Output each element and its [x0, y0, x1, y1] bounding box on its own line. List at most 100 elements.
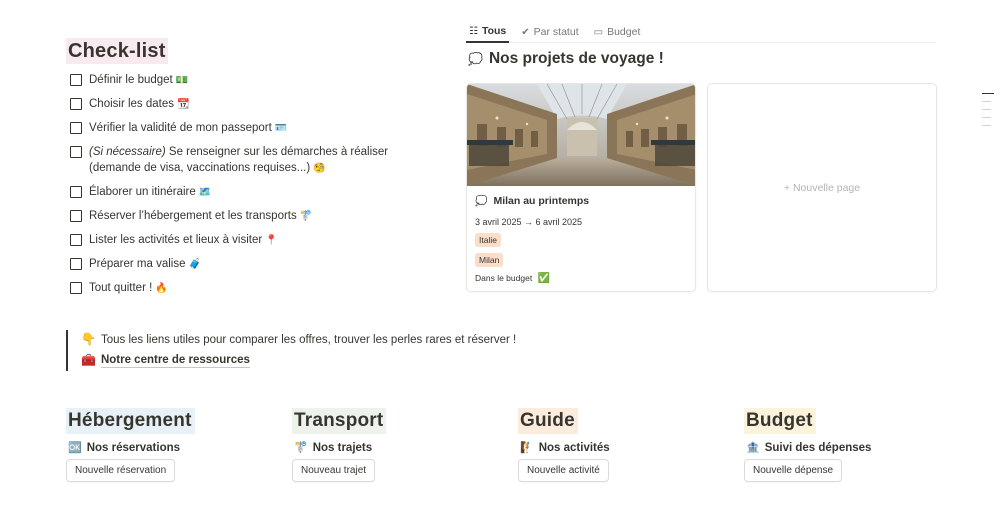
- list-icon: ☷: [469, 25, 478, 37]
- status-icon: ✔: [521, 26, 530, 38]
- checklist-title: Check-list: [66, 38, 168, 64]
- galleria-cover-illustration: [467, 84, 695, 186]
- bus-stop-emoji-icon: 🚏: [299, 211, 313, 222]
- checklist-item-text: (Si nécessaire) Se renseigner sur les dé…: [89, 146, 389, 174]
- tab-label: Budget: [607, 26, 641, 38]
- new-activity-button[interactable]: Nouvelle activité: [518, 459, 609, 482]
- checklist-item[interactable]: Préparer ma valise 🧳: [66, 256, 426, 273]
- checklist-item[interactable]: Vérifier la validité de mon passeport 🪪: [66, 120, 426, 137]
- checkbox[interactable]: [70, 74, 82, 86]
- column-transport: Transport 🚏 Nos trajets Nouveau trajet: [292, 408, 492, 482]
- checklist-item-text: Définir le budget 💵: [89, 74, 189, 86]
- fire-emoji-icon: 🔥: [155, 283, 168, 294]
- link-label: Nos réservations: [86, 441, 181, 454]
- column-title: Budget: [744, 408, 816, 434]
- card-cover-image: [467, 84, 695, 186]
- pointing-down-icon: 👇: [81, 332, 96, 346]
- checkbox[interactable]: [70, 146, 82, 158]
- checklist-item[interactable]: (Si nécessaire) Se renseigner sur les dé…: [66, 144, 426, 177]
- card-budget-status: Dans le budget ✅: [475, 273, 551, 284]
- card-date-range: 3 avril 2025 → 6 avril 2025: [475, 217, 583, 227]
- card-body: 💭 Milan au printemps 3 avril 2025 → 6 av…: [467, 186, 695, 284]
- tab-budget[interactable]: ▭ Budget: [591, 16, 644, 43]
- table-of-contents-indicator[interactable]: [982, 93, 994, 133]
- checkbox[interactable]: [70, 282, 82, 294]
- checklist-section: Check-list Définir le budget 💵 Choisir le…: [66, 38, 426, 304]
- tab-par-statut[interactable]: ✔ Par statut: [518, 16, 581, 43]
- gallery-title: 💭 Nos projets de voyage !: [468, 50, 664, 68]
- thought-bubble-icon: 💭: [468, 52, 483, 66]
- gallery-card[interactable]: 💭 Milan au printemps 3 avril 2025 → 6 av…: [466, 83, 696, 292]
- monocle-emoji-icon: 🧐: [313, 163, 326, 174]
- money-icon: ▭: [593, 26, 604, 38]
- toc-line: [982, 125, 991, 126]
- resources-quote: 👇 Tous les liens utiles pour comparer les…: [66, 330, 566, 371]
- check-mark-icon: ✅: [537, 273, 551, 284]
- column-budget: Budget 🏦 Suivi des dépenses Nouvelle dép…: [744, 408, 944, 482]
- toc-line: [982, 93, 994, 94]
- checkbox[interactable]: [70, 210, 82, 222]
- resources-link[interactable]: 🧰 Notre centre de ressources: [81, 349, 566, 371]
- tab-label: Par statut: [533, 26, 579, 38]
- checkbox[interactable]: [70, 122, 82, 134]
- climber-icon: 🧗: [520, 441, 534, 454]
- link-nos-trajets[interactable]: 🚏 Nos trajets: [292, 441, 492, 454]
- toc-line: [982, 101, 991, 102]
- new-reservation-button[interactable]: Nouvelle réservation: [66, 459, 176, 482]
- toc-line: [982, 117, 991, 118]
- column-guide: Guide 🧗 Nos activités Nouvelle activité: [518, 408, 718, 482]
- new-page-button[interactable]: + Nouvelle page: [707, 83, 937, 292]
- checklist-item[interactable]: Définir le budget 💵: [66, 72, 426, 89]
- map-emoji-icon: 🗺️: [198, 187, 212, 198]
- column-title: Guide: [518, 408, 578, 434]
- column-title: Hébergement: [66, 408, 195, 434]
- checkbox[interactable]: [70, 234, 82, 246]
- quote-text: 👇 Tous les liens utiles pour comparer les…: [81, 332, 517, 346]
- checklist-item[interactable]: Tout quitter ! 🔥: [66, 280, 426, 297]
- checklist-item[interactable]: Élaborer un itinéraire 🗺️: [66, 184, 426, 201]
- ok-icon: 🆗: [68, 441, 82, 454]
- column-title: Transport: [292, 408, 387, 434]
- bank-icon: 🏦: [746, 441, 760, 454]
- checklist-item-text: Tout quitter ! 🔥: [89, 282, 168, 294]
- checklist-item-text: Lister les activités et lieux à visiter 📍: [89, 234, 278, 246]
- toolbox-icon: 🧰: [81, 353, 96, 367]
- tab-label: Tous: [481, 25, 507, 37]
- view-tabs: ☷ Tous ✔ Par statut ▭ Budget: [466, 16, 936, 43]
- checklist-item-text: Élaborer un itinéraire 🗺️: [89, 186, 212, 198]
- card-title-text: Milan au printemps: [493, 195, 590, 207]
- calendar-emoji-icon: 📆: [177, 99, 190, 110]
- card-title[interactable]: 💭 Milan au printemps: [475, 195, 687, 207]
- link-nos-activites[interactable]: 🧗 Nos activités: [518, 441, 718, 454]
- thought-bubble-icon: 💭: [475, 195, 488, 207]
- card-tag-row: Milan: [475, 247, 687, 267]
- category-columns: Hébergement 🆗 Nos réservations Nouvelle …: [66, 408, 936, 498]
- money-emoji-icon: 💵: [175, 75, 189, 86]
- new-trip-button[interactable]: Nouveau trajet: [292, 459, 376, 482]
- gallery-title-text: Nos projets de voyage !: [488, 50, 664, 67]
- resources-link-text: Notre centre de ressources: [100, 353, 250, 368]
- luggage-emoji-icon: 🧳: [188, 259, 201, 270]
- bus-stop-icon: 🚏: [294, 441, 308, 454]
- checkbox[interactable]: [70, 98, 82, 110]
- link-suivi-depenses[interactable]: 🏦 Suivi des dépenses: [744, 441, 944, 454]
- link-label: Nos activités: [538, 441, 610, 454]
- checkbox[interactable]: [70, 258, 82, 270]
- toc-line: [982, 109, 991, 110]
- checklist-item-text: Préparer ma valise 🧳: [89, 258, 201, 270]
- checklist-item-text: Vérifier la validité de mon passeport 🪪: [89, 122, 288, 134]
- checklist-item[interactable]: Choisir les dates 📆: [66, 96, 426, 113]
- link-nos-reservations[interactable]: 🆗 Nos réservations: [66, 441, 266, 454]
- checklist-item-text: Réserver l’hébergement et les transports…: [89, 210, 313, 222]
- pin-emoji-icon: 📍: [265, 235, 278, 246]
- column-hebergement: Hébergement 🆗 Nos réservations Nouvelle …: [66, 408, 266, 482]
- tag-italie: Italie: [475, 233, 501, 247]
- tab-tous[interactable]: ☷ Tous: [466, 16, 510, 43]
- new-expense-button[interactable]: Nouvelle dépense: [744, 459, 843, 482]
- checklist-item[interactable]: Réserver l’hébergement et les transports…: [66, 208, 426, 225]
- card-tag-row: Italie: [475, 227, 687, 247]
- checklist-item-text: Choisir les dates 📆: [89, 98, 190, 110]
- tag-milan: Milan: [475, 253, 504, 267]
- checkbox[interactable]: [70, 186, 82, 198]
- checklist-item[interactable]: Lister les activités et lieux à visiter 📍: [66, 232, 426, 249]
